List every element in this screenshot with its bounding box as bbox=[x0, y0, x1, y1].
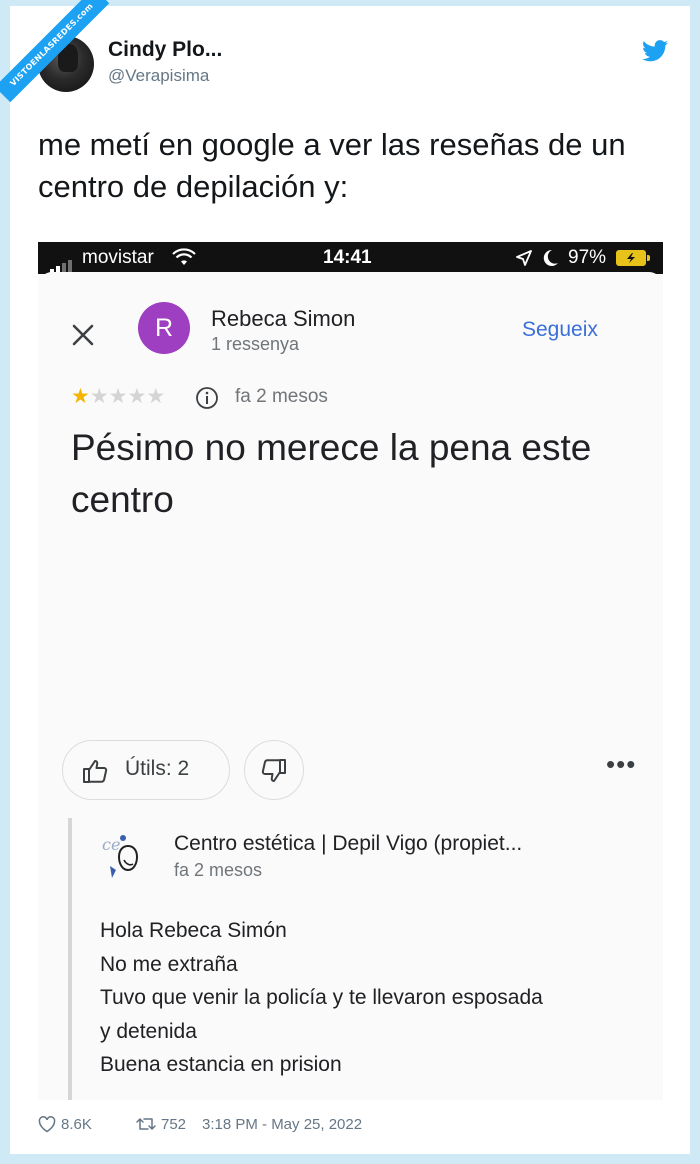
tweet-footer: 8.6K 752 3:18 PM - May 25, 2022 bbox=[38, 1114, 658, 1138]
location-icon bbox=[516, 250, 532, 266]
moon-icon bbox=[543, 249, 558, 266]
reviewer-avatar[interactable]: R bbox=[138, 302, 190, 354]
author-handle[interactable]: @Verapisima bbox=[108, 66, 209, 86]
business-name[interactable]: Centro estética | Depil Vigo (propiet... bbox=[174, 832, 522, 856]
embedded-screenshot: movistar 14:41 97% R Rebeca Simon 1 ress… bbox=[38, 242, 663, 1100]
reviewer-review-count: 1 ressenya bbox=[211, 334, 300, 354]
retweet-count: 752 bbox=[161, 1116, 187, 1133]
thumb-up-icon bbox=[83, 760, 108, 783]
reply-line: y detenida bbox=[100, 1019, 197, 1043]
dislike-button[interactable] bbox=[244, 740, 304, 800]
review-text: Pésimo no merece la pena este centro bbox=[71, 427, 592, 520]
reply-line: Hola Rebeca Simón bbox=[100, 919, 287, 942]
retweet-icon[interactable] bbox=[136, 1116, 156, 1132]
helpful-label: Útils: 2 bbox=[125, 757, 190, 780]
status-time: 14:41 bbox=[323, 247, 372, 268]
tweet-header: Cindy Plo... @Verapisima bbox=[38, 36, 668, 96]
heart-icon[interactable] bbox=[38, 1116, 56, 1133]
owner-reply-text: Hola Rebeca Simón No me extraña Tuvo que… bbox=[100, 914, 640, 1082]
reviewer-name[interactable]: Rebeca Simon bbox=[211, 306, 355, 332]
close-icon[interactable] bbox=[68, 320, 98, 350]
battery-label: 97% bbox=[568, 247, 607, 268]
signal-icon bbox=[50, 252, 74, 274]
tweet-text: me metí en google a ver las reseñas de u… bbox=[38, 127, 626, 204]
twitter-bird-icon[interactable] bbox=[642, 40, 668, 62]
reply-line: Tuvo que venir la policía y te llevaron … bbox=[100, 986, 543, 1009]
carrier-label: movistar bbox=[82, 247, 154, 268]
svg-text:ce: ce bbox=[102, 835, 120, 854]
thumb-down-icon bbox=[261, 759, 286, 782]
phone-status-bar: movistar 14:41 97% bbox=[38, 242, 663, 274]
business-logo[interactable]: ce bbox=[100, 830, 148, 882]
star-icon: ★ bbox=[108, 385, 128, 408]
star-rating: ★★★★★ bbox=[71, 384, 165, 409]
like-count: 8.6K bbox=[61, 1116, 92, 1133]
reply-time: fa 2 mesos bbox=[174, 860, 263, 880]
reply-line: No me extraña bbox=[100, 952, 238, 976]
review-sheet: R Rebeca Simon 1 ressenya Segueix ★★★★★ … bbox=[38, 272, 663, 1100]
tweet-timestamp[interactable]: 3:18 PM - May 25, 2022 bbox=[202, 1116, 362, 1133]
star-icon: ★ bbox=[71, 385, 90, 408]
author-name[interactable]: Cindy Plo... bbox=[108, 38, 222, 62]
reply-line: Buena estancia en prision bbox=[100, 1053, 342, 1076]
reply-divider bbox=[68, 818, 72, 1100]
review-time: fa 2 mesos bbox=[235, 386, 328, 407]
star-icon: ★ bbox=[89, 385, 109, 408]
wifi-icon bbox=[172, 248, 196, 265]
helpful-button[interactable]: Útils: 2 bbox=[62, 740, 230, 800]
info-icon[interactable] bbox=[195, 386, 219, 410]
star-icon: ★ bbox=[127, 385, 147, 408]
battery-icon bbox=[616, 250, 650, 266]
star-icon: ★ bbox=[146, 385, 166, 408]
follow-button[interactable]: Segueix bbox=[522, 318, 598, 342]
more-options-button[interactable]: ••• bbox=[606, 751, 636, 777]
